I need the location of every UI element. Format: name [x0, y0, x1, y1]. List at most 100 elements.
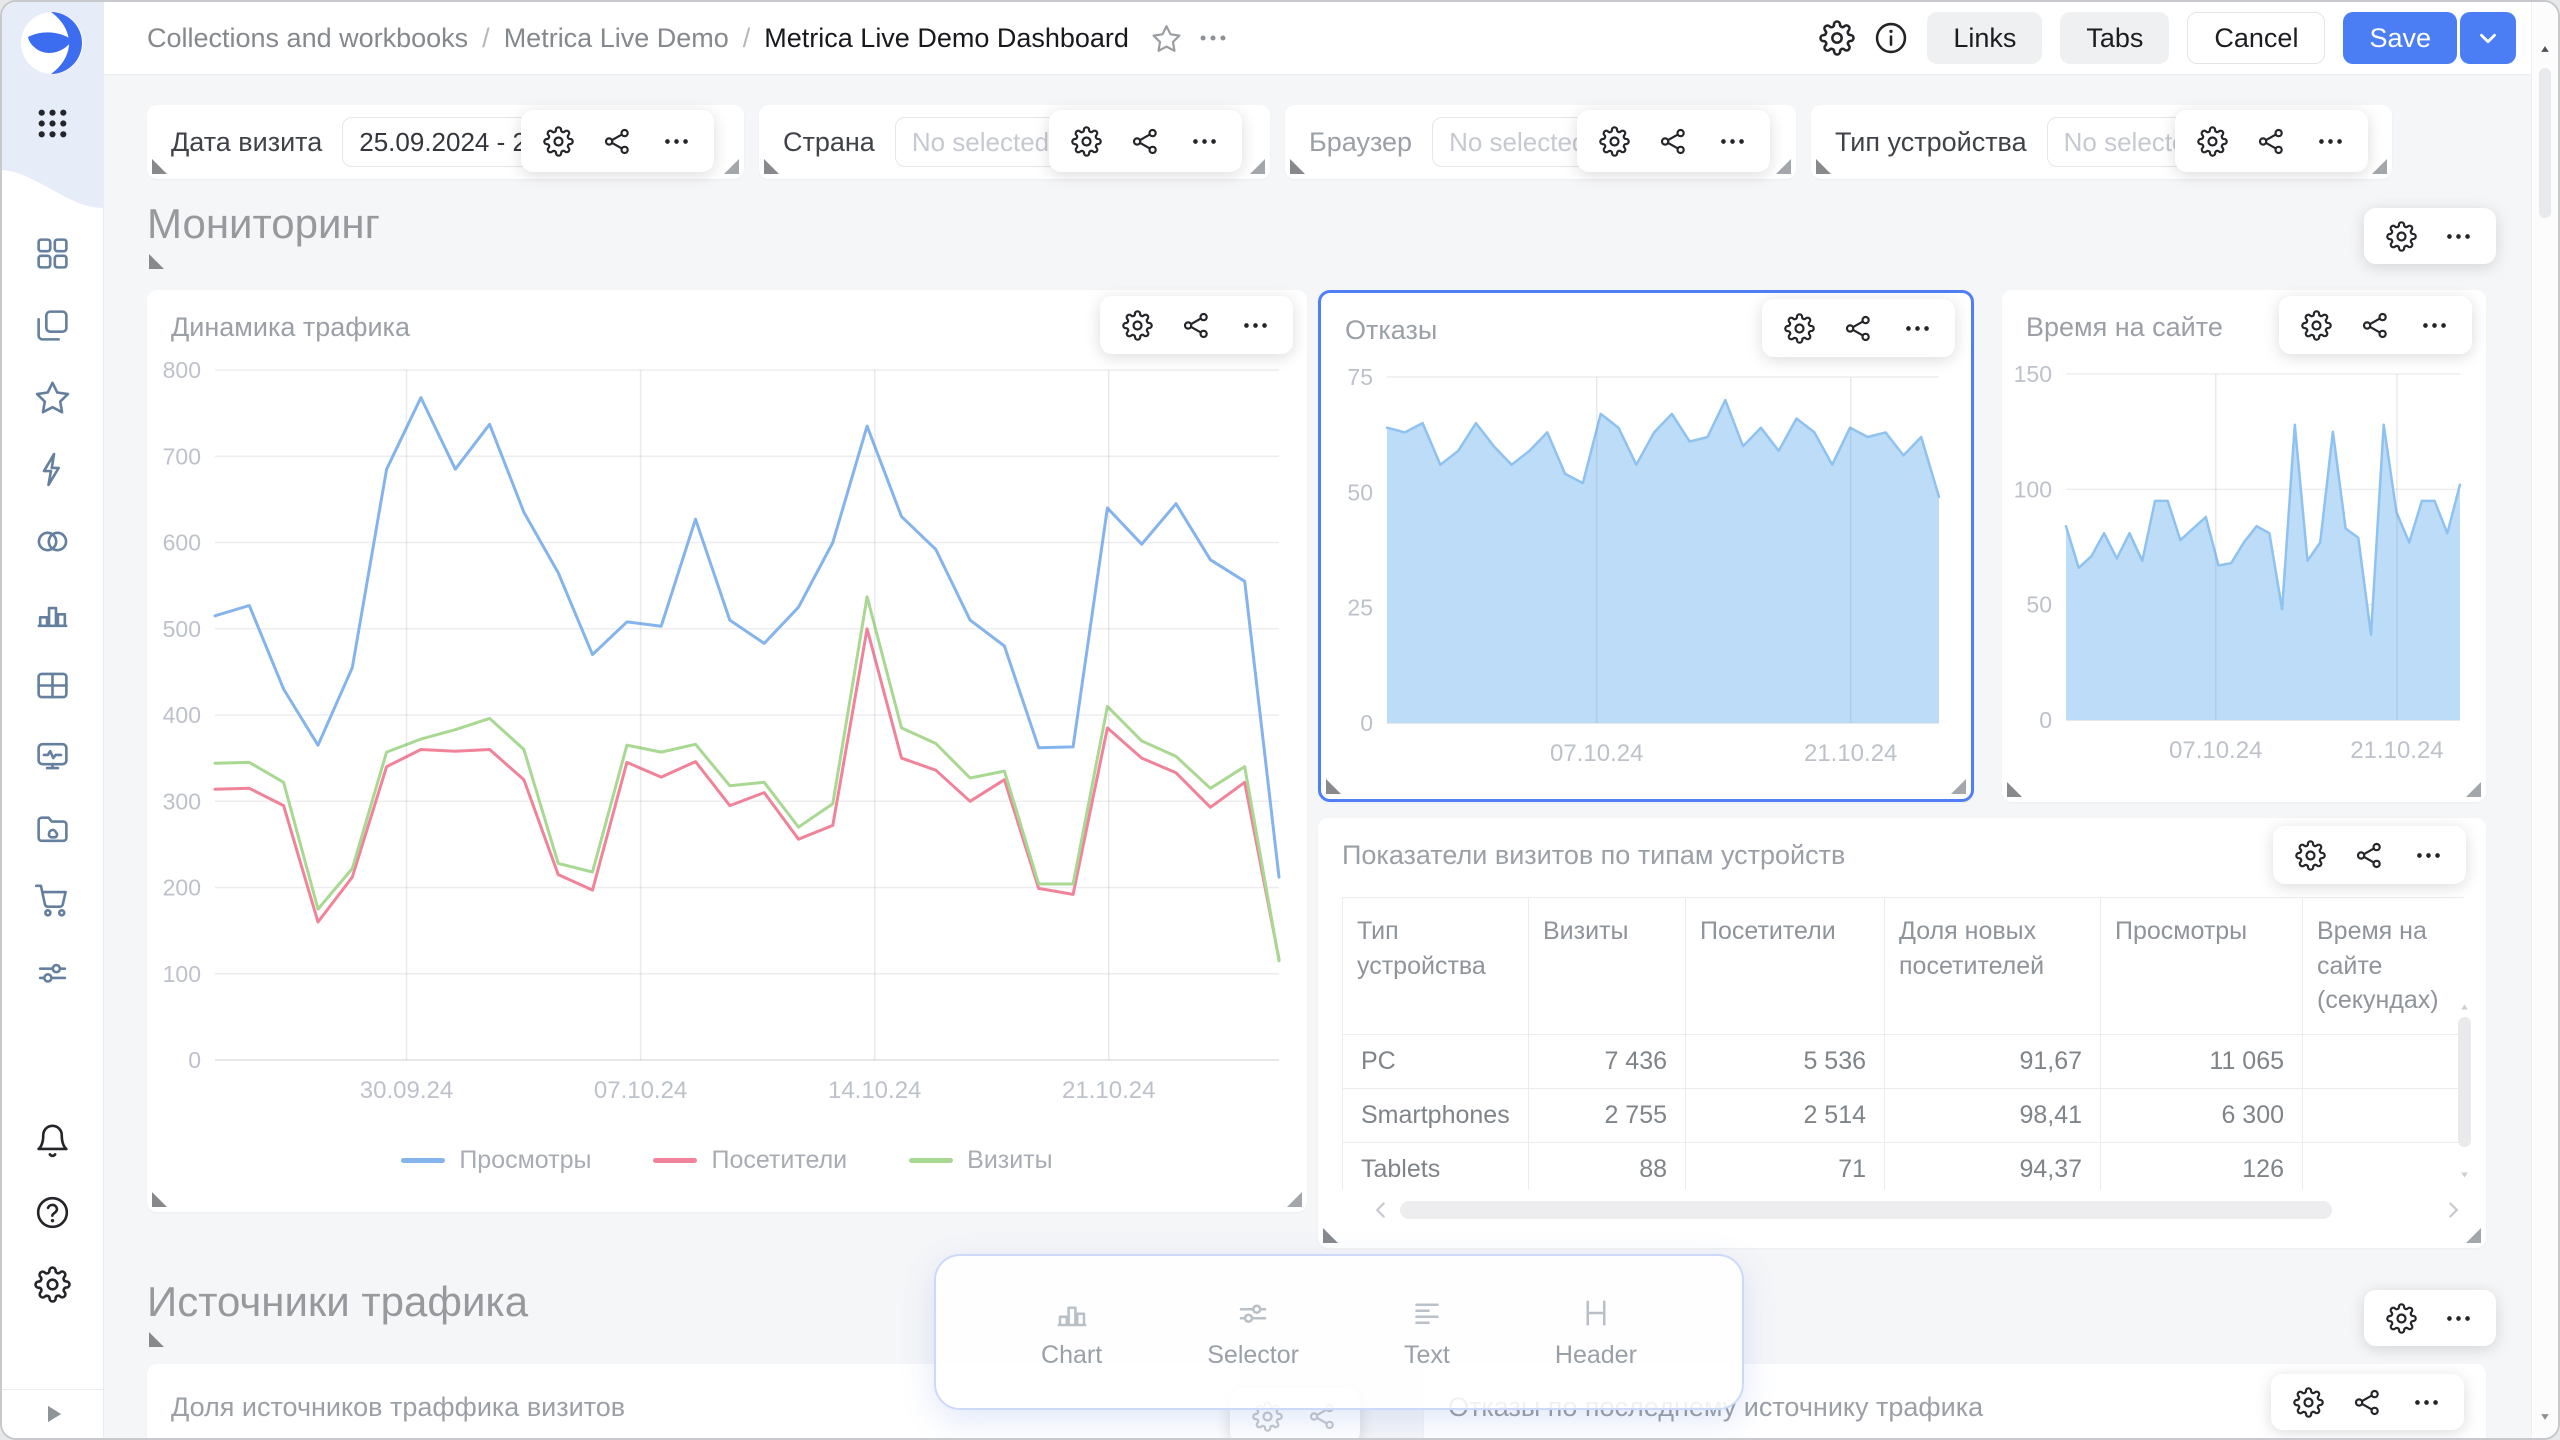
resize-handle-right[interactable] — [2466, 1228, 2481, 1243]
scroll-up-icon[interactable] — [2537, 42, 2553, 56]
relations-icon[interactable] — [2352, 1387, 2383, 1418]
relations-icon[interactable] — [1658, 126, 1689, 157]
more-icon[interactable] — [2443, 1303, 2474, 1334]
help-icon[interactable] — [34, 1194, 71, 1231]
monitoring-icon[interactable] — [34, 738, 71, 775]
column-header[interactable]: Тип устройства — [1343, 898, 1529, 1035]
resize-handle-right[interactable] — [2372, 159, 2387, 174]
storage-icon[interactable] — [34, 810, 71, 847]
tables-icon[interactable] — [34, 667, 71, 704]
settings-icon[interactable] — [1122, 310, 1153, 341]
resize-handle-left[interactable] — [1326, 779, 1341, 794]
relations-icon[interactable] — [1181, 310, 1212, 341]
scroll-left-icon[interactable] — [1368, 1197, 1394, 1223]
settings-icon[interactable] — [2293, 1387, 2324, 1418]
resize-handle-left[interactable] — [152, 159, 167, 174]
breadcrumb-workbook[interactable]: Metrica Live Demo — [504, 23, 729, 54]
settings-icon[interactable] — [34, 1266, 71, 1303]
info-icon[interactable] — [1873, 20, 1909, 56]
table-vertical-scrollbar[interactable] — [2457, 1001, 2472, 1181]
settings-icon[interactable] — [2386, 1303, 2417, 1334]
scroll-right-icon[interactable] — [2440, 1197, 2466, 1223]
marketplace-icon[interactable] — [34, 882, 71, 919]
services-icon[interactable] — [34, 954, 71, 991]
scroll-up-icon[interactable] — [2458, 1001, 2471, 1013]
add-header-button[interactable]: Header — [1555, 1295, 1637, 1370]
table-horizontal-scrollbar[interactable] — [1400, 1201, 2332, 1219]
relations-icon[interactable] — [2360, 310, 2391, 341]
more-icon[interactable] — [2419, 310, 2450, 341]
legend-item[interactable]: Визиты — [909, 1146, 1053, 1175]
scrollbar-thumb[interactable] — [2539, 68, 2551, 218]
add-chart-button[interactable]: Chart — [1041, 1295, 1102, 1370]
datalens-logo[interactable] — [20, 11, 84, 75]
settings-icon[interactable] — [1599, 126, 1630, 157]
column-header[interactable]: Визиты — [1529, 898, 1686, 1035]
scroll-down-icon[interactable] — [2537, 1410, 2553, 1424]
breadcrumb-collections[interactable]: Collections and workbooks — [147, 23, 468, 54]
more-icon[interactable] — [1189, 126, 1220, 157]
settings-icon[interactable] — [1784, 313, 1815, 344]
add-selector-button[interactable]: Selector — [1207, 1295, 1299, 1370]
save-dropdown-button[interactable] — [2460, 12, 2516, 64]
page-scrollbar[interactable] — [2531, 2, 2558, 1438]
more-icon[interactable] — [2315, 126, 2346, 157]
links-button[interactable]: Links — [1927, 12, 2042, 64]
notifications-icon[interactable] — [34, 1122, 71, 1159]
resize-handle-right[interactable] — [1250, 159, 1265, 174]
relations-icon[interactable] — [2354, 840, 2385, 871]
more-icon[interactable] — [1240, 310, 1271, 341]
more-icon[interactable] — [1717, 126, 1748, 157]
resize-handle-left[interactable] — [1290, 159, 1305, 174]
resize-handle-right[interactable] — [2466, 782, 2481, 797]
settings-icon[interactable] — [543, 126, 574, 157]
dashboard-settings-icon[interactable] — [1819, 20, 1855, 56]
column-header[interactable]: Посетители — [1686, 898, 1885, 1035]
resize-handle-left[interactable] — [149, 254, 164, 269]
save-button[interactable]: Save — [2343, 12, 2457, 64]
resize-handle-left[interactable] — [2007, 782, 2022, 797]
favorite-star-icon[interactable] — [1151, 23, 1182, 54]
relations-icon[interactable] — [602, 126, 633, 157]
add-text-button[interactable]: Text — [1404, 1295, 1450, 1370]
collections-icon[interactable] — [34, 307, 71, 344]
tabs-button[interactable]: Tabs — [2060, 12, 2169, 64]
legend-item[interactable]: Посетители — [653, 1146, 847, 1175]
resize-handle-left[interactable] — [1816, 159, 1831, 174]
expand-sidebar-icon[interactable] — [38, 1399, 68, 1429]
charts-icon[interactable] — [34, 595, 71, 632]
resize-handle-right[interactable] — [1776, 159, 1791, 174]
column-header[interactable]: Доля новых посетителей — [1885, 898, 2101, 1035]
table-widget-device-visits[interactable]: Показатели визитов по типам устройств Ти… — [1318, 818, 2486, 1248]
resize-handle-right[interactable] — [1287, 1192, 1302, 1207]
resize-handle-right[interactable] — [724, 159, 739, 174]
relations-icon[interactable] — [1130, 126, 1161, 157]
more-icon[interactable] — [1902, 313, 1933, 344]
column-header[interactable]: Просмотры — [2101, 898, 2303, 1035]
all-services-icon[interactable] — [34, 105, 71, 142]
resize-handle-left[interactable] — [764, 159, 779, 174]
chart-widget-time-on-site[interactable]: Время на сайте 05010015007.10.2421.10.24 — [2002, 290, 2486, 802]
datasets-icon[interactable] — [34, 523, 71, 560]
resize-handle-left[interactable] — [149, 1332, 164, 1347]
chart-widget-traffic-dynamics[interactable]: Динамика трафика 01002003004005006007008… — [147, 290, 1307, 1212]
more-icon[interactable] — [661, 126, 692, 157]
relations-icon[interactable] — [1843, 313, 1874, 344]
scrollbar-thumb[interactable] — [2458, 1017, 2471, 1147]
cancel-button[interactable]: Cancel — [2187, 12, 2325, 64]
settings-icon[interactable] — [2295, 840, 2326, 871]
more-icon[interactable] — [2411, 1387, 2442, 1418]
resize-handle-right[interactable] — [1951, 779, 1966, 794]
favorites-icon[interactable] — [34, 379, 71, 416]
settings-icon[interactable] — [1071, 126, 1102, 157]
more-icon[interactable] — [2443, 221, 2474, 252]
settings-icon[interactable] — [2197, 126, 2228, 157]
settings-icon[interactable] — [2386, 221, 2417, 252]
resize-handle-left[interactable] — [152, 1192, 167, 1207]
quick-actions-icon[interactable] — [34, 451, 71, 488]
column-header[interactable]: Время на сайте (секундах) — [2303, 898, 2465, 1035]
resize-handle-left[interactable] — [1323, 1228, 1338, 1243]
widgets-grid-icon[interactable] — [34, 235, 71, 272]
more-icon[interactable] — [2413, 840, 2444, 871]
legend-item[interactable]: Просмотры — [401, 1146, 591, 1175]
